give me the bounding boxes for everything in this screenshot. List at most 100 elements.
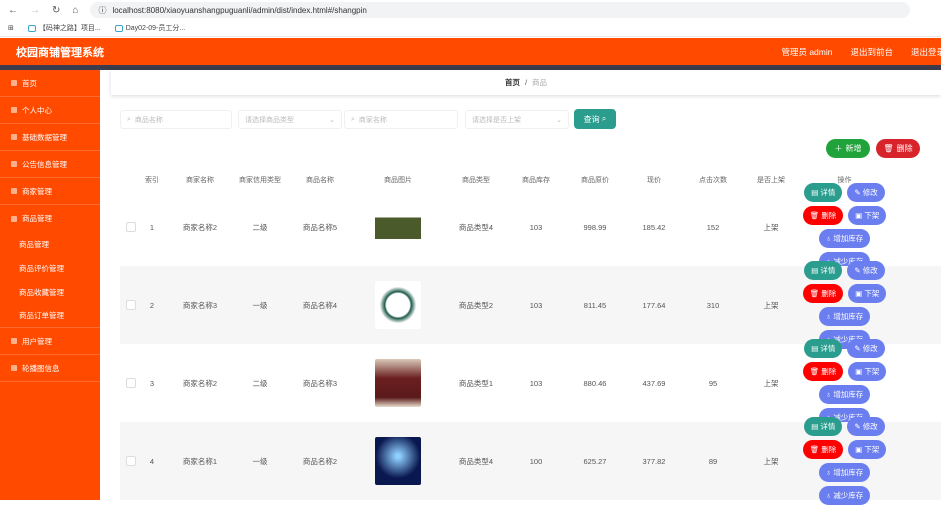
sidebar-item-carousel[interactable]: 轮播图信息: [0, 355, 100, 382]
edit-button[interactable]: ✎ 修改: [847, 339, 885, 358]
placeholder: 请选择商品类型: [245, 116, 294, 124]
sidebar: 首页 个人中心 基础数据管理 公告信息管理 商家管理 商品管理 商品管理 商品评…: [0, 70, 100, 500]
edit-button[interactable]: ✎ 修改: [847, 417, 885, 436]
off-shelf-button[interactable]: ▣ 下架: [848, 206, 887, 225]
label: 减少库存: [833, 491, 864, 500]
add-stock-button[interactable]: ♁ 增加库存: [818, 229, 871, 248]
cell-name: 商品名称2: [302, 456, 338, 466]
to-front-link[interactable]: 退出到前台: [850, 46, 893, 58]
batch-delete-button[interactable]: 🗑 删除: [876, 139, 920, 158]
home-icon[interactable]: ⌂: [72, 5, 78, 16]
cell-orig: 625.27: [583, 456, 607, 466]
cell-shop: 商家名称2: [182, 378, 218, 388]
column-header: 商品图片: [384, 177, 412, 184]
goods-type-select[interactable]: 请选择商品类型 ⌄: [238, 110, 342, 129]
label: 增加库存: [833, 468, 864, 477]
bookmark[interactable]: 【码神之路】项目...: [27, 23, 101, 33]
cell-shelf: 上架: [763, 378, 779, 388]
sidebar-sub-goods[interactable]: 商品管理: [0, 232, 100, 256]
bulb-icon: ♁: [825, 491, 832, 500]
row-checkbox[interactable]: [126, 456, 136, 466]
row-checkbox[interactable]: [126, 222, 136, 232]
row-checkbox[interactable]: [126, 378, 136, 388]
users-icon: [11, 338, 17, 344]
detail-button[interactable]: ▤ 详情: [804, 417, 843, 436]
detail-button[interactable]: ▤ 详情: [804, 261, 843, 280]
reduce-stock-button[interactable]: ♁减少库存: [818, 486, 871, 505]
detail-button[interactable]: ▤ 详情: [804, 183, 843, 202]
label: 下架: [864, 211, 880, 220]
app-title: 校园商铺管理系统: [16, 46, 104, 59]
sidebar-sub-review[interactable]: 商品评价管理: [0, 256, 100, 280]
sidebar-item-shop[interactable]: 商家管理: [0, 178, 100, 205]
query-button[interactable]: 查询 ⌕: [574, 109, 616, 129]
label: 修改: [862, 422, 878, 431]
reload-icon[interactable]: ↻: [52, 5, 60, 16]
delete-button[interactable]: 🗑 删除: [802, 206, 844, 225]
sidebar-item-users[interactable]: 用户管理: [0, 328, 100, 355]
add-stock-button[interactable]: ♁ 增加库存: [818, 463, 871, 482]
sidebar-item-label: 商品管理: [22, 214, 52, 223]
sidebar-item-label: 个人中心: [22, 105, 52, 115]
add-button[interactable]: ＋新增: [826, 139, 870, 158]
label: 修改: [862, 266, 878, 275]
edit-button[interactable]: ✎ 修改: [847, 183, 885, 202]
apps-icon[interactable]: ⊞: [8, 24, 14, 32]
cell-price: 177.64: [642, 300, 666, 310]
sidebar-sub-order[interactable]: 商品订单管理: [0, 304, 100, 328]
off-shelf-button[interactable]: ▣ 下架: [848, 362, 887, 381]
label: 修改: [862, 344, 878, 353]
trash-icon: 🗑: [883, 144, 894, 153]
cell-orig: 811.45: [583, 300, 607, 310]
delete-button[interactable]: 🗑 删除: [802, 362, 844, 381]
add-stock-button[interactable]: ♁ 增加库存: [818, 307, 871, 326]
bulb-icon: ♁: [825, 234, 832, 243]
add-stock-button[interactable]: ♁ 增加库存: [818, 385, 871, 404]
edit-button[interactable]: ✎ 修改: [847, 261, 885, 280]
column-header: 点击次数: [699, 177, 727, 184]
cell-price: 377.82: [642, 456, 666, 466]
column-header: 商品名称: [306, 177, 334, 184]
off-shelf-button[interactable]: ▣ 下架: [848, 440, 887, 459]
shop-name-input[interactable]: ⌕ 商家名称: [344, 110, 458, 129]
table-row: 1 商家名称2 二级 商品名称5 商品类型4 103 998.99 185.42 152 上架 ▤…: [120, 183, 941, 271]
sidebar-item-home[interactable]: 首页: [0, 70, 100, 97]
data-icon: [11, 134, 17, 140]
forward-icon[interactable]: →: [30, 5, 40, 16]
sidebar-item-basic-data[interactable]: 基础数据管理: [0, 124, 100, 151]
cell-type: 商品类型4: [458, 222, 494, 232]
breadcrumb-home[interactable]: 首页: [505, 77, 520, 88]
logout-link[interactable]: 退出登录: [911, 46, 941, 58]
app-header: 校园商铺管理系统 管理员 admin 退出到前台 退出登录: [0, 38, 941, 65]
bulb-icon: ♁: [825, 312, 832, 321]
search-icon: ⌕: [351, 115, 355, 123]
cell-credit: 一级: [252, 456, 268, 466]
back-icon[interactable]: ←: [8, 5, 18, 16]
sidebar-sub-favorite[interactable]: 商品收藏管理: [0, 280, 100, 304]
query-label: 查询: [583, 114, 600, 124]
sidebar-item-profile[interactable]: 个人中心: [0, 97, 100, 124]
sidebar-item-goods[interactable]: 商品管理: [0, 205, 100, 232]
cell-type: 商品类型1: [458, 378, 494, 388]
label: 增加库存: [833, 312, 864, 321]
delete-button[interactable]: 🗑 删除: [802, 284, 844, 303]
address-bar[interactable]: ⓘ localhost:8080/xiaoyuanshangpuguanli/ad…: [90, 2, 911, 18]
goods-name-input[interactable]: ⌕ 商品名称: [120, 110, 232, 129]
cell-name: 商品名称5: [302, 222, 338, 232]
detail-button[interactable]: ▤ 详情: [804, 339, 843, 358]
search-icon: ⌕: [127, 115, 131, 123]
row-checkbox[interactable]: [126, 300, 136, 310]
off-shelf-button[interactable]: ▣ 下架: [848, 284, 887, 303]
bulb-icon: ♁: [825, 390, 832, 399]
bookmark[interactable]: Day02-09-员工分...: [114, 23, 185, 33]
goods-icon: [11, 215, 17, 222]
cell-price: 185.42: [642, 222, 666, 232]
shelf-select[interactable]: 请选择是否上架 ⌄: [465, 110, 569, 129]
table-row: 3 商家名称2 二级 商品名称3 商品类型1 103 880.46 437.69 95 上架 ▤ 详…: [120, 339, 941, 427]
chevron-down-icon: ⌄: [556, 116, 562, 124]
sidebar-item-notice[interactable]: 公告信息管理: [0, 151, 100, 178]
table-row: 2 商家名称3 一级 商品名称4 商品类型2 103 811.45 177.64 310 上架 ▤…: [120, 261, 941, 349]
label: 删除: [821, 211, 837, 220]
delete-button[interactable]: 🗑 删除: [802, 440, 844, 459]
sidebar-item-label: 轮播图信息: [22, 363, 60, 373]
